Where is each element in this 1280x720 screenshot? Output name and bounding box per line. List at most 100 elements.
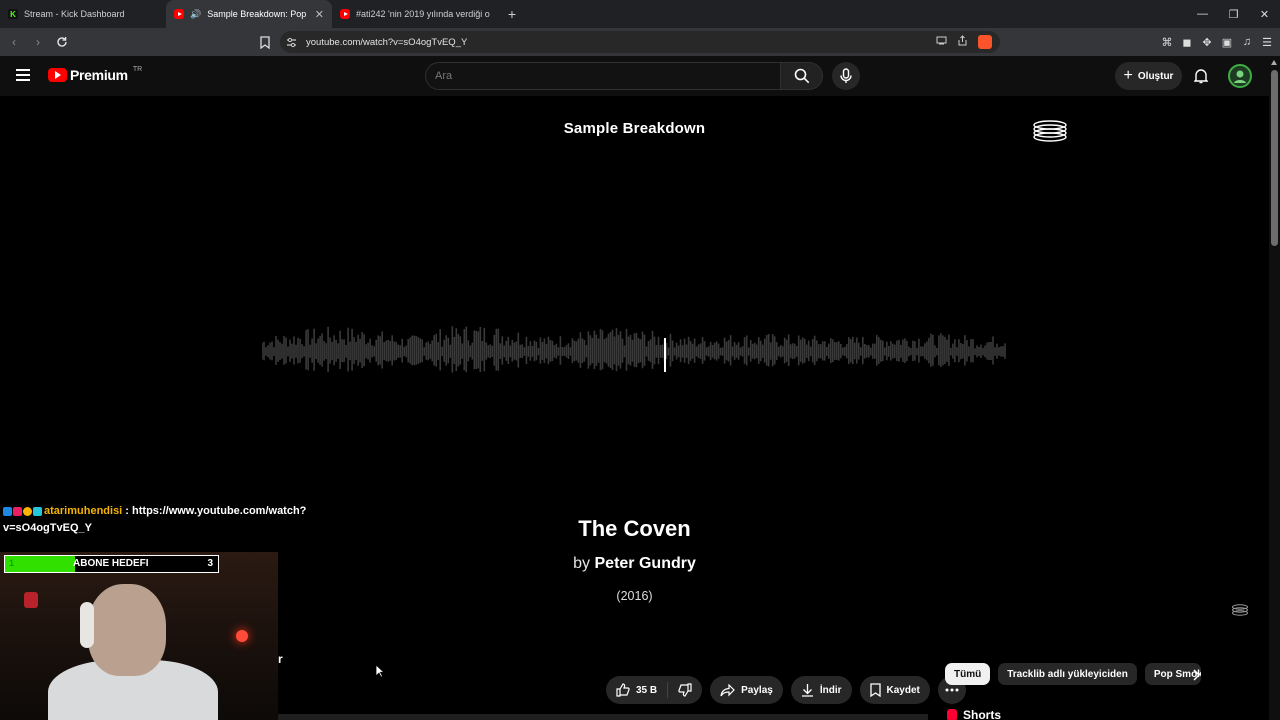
tab-title: Stream - Kick Dashboard (24, 9, 125, 19)
webcam-person-head (88, 584, 166, 676)
chat-username: atarimuhendisi (44, 505, 123, 517)
tab-sample-breakdown[interactable]: 🔊 Sample Breakdown: Pop Smoke ✕ (166, 0, 332, 28)
badge-icon (33, 506, 42, 516)
related-filter-chips: Tümü Tracklib adlı yükleyiciden Pop Smok… (945, 663, 1201, 685)
puzzle-icon[interactable]: ✥ (1200, 32, 1214, 52)
youtube-play-icon (48, 68, 67, 82)
tab-ati242[interactable]: #ati242 'nin 2019 yılında verdiği o röp (332, 0, 498, 28)
extension-icon[interactable]: ⌘ (1160, 32, 1174, 52)
search-input[interactable]: Ara (425, 62, 781, 90)
cast-icon[interactable] (936, 36, 947, 48)
speaker-icon[interactable]: 🔊 (190, 9, 201, 20)
media-icon[interactable]: ♫ (1240, 32, 1254, 52)
youtube-icon (174, 9, 184, 19)
dislike-button[interactable] (668, 676, 702, 704)
search-button[interactable] (781, 62, 823, 90)
new-tab-button[interactable]: + (498, 6, 526, 22)
download-icon (801, 684, 813, 697)
badge-icon (3, 506, 12, 516)
address-actions (936, 35, 992, 49)
video-actions: 35 B Paylaş İndir Kaydet (606, 676, 966, 704)
mouse-cursor-icon (375, 664, 385, 678)
shorts-icon (947, 709, 957, 720)
streamer-webcam (0, 552, 278, 720)
youtube-premium-logo[interactable]: Premium TR (48, 65, 143, 83)
back-icon[interactable]: ‹ (4, 32, 24, 52)
browser-toolbar: ‹ › youtube.com/watch?v=sO4ogTvEQ_Y ⌘ ◼ … (0, 28, 1280, 56)
scroll-up-icon[interactable] (1271, 60, 1277, 65)
chip-from-uploader[interactable]: Tracklib adlı yükleyiciden (998, 663, 1137, 685)
waveform-playhead (664, 338, 666, 372)
save-icon (869, 683, 881, 697)
more-horizontal-icon (945, 688, 959, 692)
bookmark-icon[interactable] (258, 32, 272, 52)
avatar-image-icon (1234, 70, 1246, 83)
search-placeholder: Ara (435, 70, 453, 82)
like-dislike-group: 35 B (606, 676, 703, 704)
close-window-icon[interactable]: ✕ (1249, 0, 1280, 28)
thumbs-up-icon (616, 683, 630, 697)
goal-target: 3 (207, 558, 213, 569)
sidebar-icon[interactable]: ▣ (1220, 32, 1234, 52)
avatar[interactable] (1228, 64, 1252, 88)
youtube-header: Premium TR Ara + Oluştur (0, 56, 1280, 96)
country-code: TR (132, 65, 143, 73)
like-count: 35 B (636, 684, 658, 696)
kick-icon: K (8, 9, 18, 19)
scrollbar-thumb[interactable] (1271, 70, 1278, 246)
chip-all[interactable]: Tümü (945, 663, 991, 685)
restore-icon[interactable]: ❐ (1218, 0, 1249, 28)
hamburger-menu-icon[interactable] (16, 69, 30, 81)
plus-icon: + (1123, 67, 1133, 84)
share-page-icon[interactable] (957, 35, 968, 49)
channel-watermark-icon[interactable] (1231, 602, 1249, 618)
badge-icon (23, 506, 32, 516)
address-bar[interactable]: youtube.com/watch?v=sO4ogTvEQ_Y (280, 31, 1000, 53)
goal-current: 1 (9, 558, 15, 568)
search-icon (794, 68, 809, 84)
close-tab-icon[interactable]: ✕ (315, 8, 324, 21)
browser-tab-strip: K Stream - Kick Dashboard 🔊 Sample Break… (0, 0, 1280, 28)
tab-kick-dashboard[interactable]: K Stream - Kick Dashboard (0, 0, 166, 28)
like-button[interactable]: 35 B (606, 676, 667, 704)
logo-word: Premium (70, 67, 128, 83)
goal-progress-fill (5, 556, 76, 572)
save-button[interactable]: Kaydet (859, 676, 930, 704)
voice-search-button[interactable] (832, 62, 860, 90)
forward-icon[interactable]: › (28, 32, 48, 52)
share-icon (720, 683, 735, 696)
chips-next-arrow-icon[interactable] (1188, 667, 1204, 683)
chat-separator: : (122, 505, 133, 517)
subscriber-goal-bar: 1 ABONE HEDEFI 3 (4, 555, 219, 573)
brave-shields-icon[interactable] (978, 35, 992, 49)
tab-title: Sample Breakdown: Pop Smoke (207, 9, 309, 19)
site-info-icon[interactable] (286, 36, 298, 48)
description-box-edge (278, 714, 928, 720)
menu-icon[interactable]: ☰ (1260, 32, 1274, 52)
video-title-partial: r (278, 652, 283, 666)
sample-breakdown-logo-icon (1033, 120, 1067, 142)
shorts-shelf-header: Shorts (947, 708, 1001, 720)
download-button[interactable]: İndir (790, 676, 852, 704)
minimize-icon[interactable]: — (1187, 0, 1218, 28)
share-button[interactable]: Paylaş (710, 676, 783, 704)
create-label: Oluştur (1137, 70, 1174, 82)
window-controls: — ❐ ✕ (1187, 0, 1280, 28)
song-artist: Peter Gundry (594, 555, 696, 572)
audio-waveform (262, 326, 1006, 373)
notifications-bell-icon[interactable] (1192, 66, 1210, 86)
create-button[interactable]: + Oluştur (1115, 62, 1182, 90)
thumbs-down-icon (678, 683, 692, 697)
reload-icon[interactable] (52, 32, 72, 52)
download-label: İndir (819, 684, 842, 696)
url-text: youtube.com/watch?v=sO4ogTvEQ_Y (306, 36, 468, 48)
goal-label: ABONE HEDEFI (73, 558, 149, 569)
badge-icon (13, 506, 22, 516)
tab-title: #ati242 'nin 2019 yılında verdiği o röp (356, 9, 490, 19)
youtube-icon (340, 9, 350, 19)
headphones-icon (80, 602, 94, 648)
extension-icon[interactable]: ◼ (1180, 32, 1194, 52)
by-prefix: by (573, 555, 591, 572)
page-scrollbar[interactable] (1269, 56, 1280, 720)
extensions-area: ⌘ ◼ ✥ ▣ ♫ ☰ (1160, 32, 1274, 52)
